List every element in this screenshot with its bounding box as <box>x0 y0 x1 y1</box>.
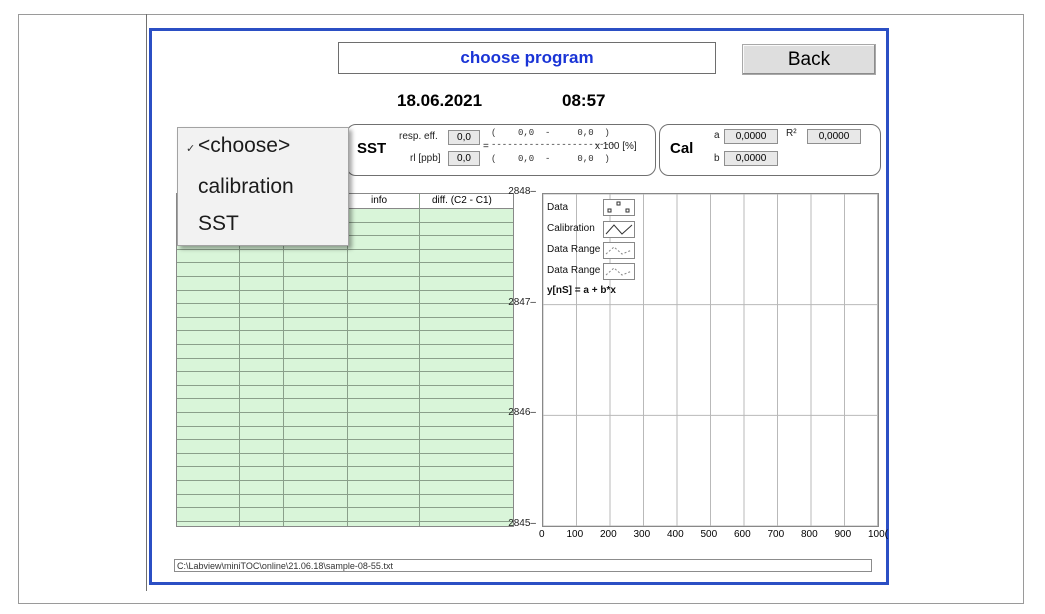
menu-item-calibration[interactable]: calibration <box>198 175 294 199</box>
table-row-line <box>177 425 513 427</box>
table-column-line <box>419 194 420 526</box>
date-display: 18.06.2021 <box>397 91 483 110</box>
file-path: C:\Labview\miniTOC\online\21.06.18\sampl… <box>177 561 393 571</box>
cal-group: Cal a 0,0000 b 0,0000 R² 0,0000 <box>659 124 881 176</box>
table-row-line <box>177 289 513 291</box>
legend-data-range-2-label: Data Range <box>547 265 601 276</box>
table-row-line <box>177 452 513 454</box>
program-indicator[interactable]: choose program <box>338 42 716 74</box>
col-header-diff: diff. (C2 - C1) <box>432 195 492 206</box>
y-tick-label: 2847– <box>508 296 536 308</box>
table-row-line <box>177 439 513 441</box>
back-button-label: Back <box>787 48 831 70</box>
table-row-line <box>177 262 513 264</box>
x-tick-label: 400 <box>667 529 684 540</box>
table-row-line <box>177 480 513 481</box>
table-row-line <box>177 357 513 359</box>
rl-label: rl [ppb] <box>410 153 441 164</box>
formula-bottom: ( 0,0 - 0,0 ) <box>491 154 610 164</box>
cal-title: Cal <box>670 140 694 157</box>
table-row-line <box>177 507 513 509</box>
x-tick-label: 800 <box>801 529 818 540</box>
file-path-bar[interactable]: C:\Labview\miniTOC\online\21.06.18\sampl… <box>174 559 872 572</box>
legend-data-range-2-sample <box>603 263 635 280</box>
check-icon: ✓ <box>186 143 196 155</box>
x-tick-label: 100 <box>566 529 584 540</box>
table-row-line <box>177 330 513 332</box>
regression-formula: y[nS] = a + b*x <box>547 285 616 296</box>
legend-calibration-sample <box>603 221 635 238</box>
col-header-info: info <box>371 195 388 206</box>
sst-title: SST <box>357 140 387 157</box>
legend-data-sample <box>603 199 635 216</box>
program-label: choose program <box>460 48 594 67</box>
legend-data-range-1-sample <box>603 242 635 259</box>
cal-b-value: 0,0000 <box>724 151 778 166</box>
menu-item-choose[interactable]: <choose> <box>198 134 290 158</box>
back-button[interactable]: Back <box>742 44 876 75</box>
x-tick-label: 600 <box>734 529 751 540</box>
x-tick-label: 500 <box>700 529 718 540</box>
x-tick-label: 0 <box>539 529 545 540</box>
table-row-line <box>177 248 513 250</box>
x-tick-label: 900 <box>834 529 852 540</box>
x-tick-label: 300 <box>633 529 651 540</box>
x-tick-label: 200 <box>600 529 617 540</box>
table-row-line <box>177 520 513 522</box>
y-tick-label: 2846– <box>508 407 536 419</box>
menu-item-sst[interactable]: SST <box>198 212 239 236</box>
table-row-line <box>177 412 513 413</box>
table-row-line <box>177 398 513 400</box>
legend-calibration-label: Calibration <box>547 223 595 234</box>
table-row-line <box>177 316 513 318</box>
table-row-line <box>177 493 513 495</box>
table-row-line <box>177 371 513 373</box>
table-row-line <box>177 466 513 468</box>
x-tick-label: 100( <box>868 529 889 540</box>
left-divider <box>146 14 147 591</box>
formula-suffix: x 100 [%] <box>595 141 637 152</box>
y-tick-label: 2845– <box>508 518 536 529</box>
sst-equals: = <box>483 141 489 152</box>
table-row-line <box>177 384 513 386</box>
sst-group: SST resp. eff. 0,0 rl [ppb] 0,0 = ( 0,0 … <box>346 124 656 176</box>
y-tick-label: 2848– <box>508 186 536 197</box>
x-tick-label: 700 <box>767 529 785 540</box>
cal-r2-value: 0,0000 <box>807 129 861 144</box>
program-dropdown-menu[interactable]: ✓ <choose> calibration SST <box>177 127 349 246</box>
rl-value: 0,0 <box>448 151 480 166</box>
cal-a-label: a <box>714 130 720 141</box>
app-panel: choose program Back 18.06.2021 08:57 SST… <box>149 28 889 585</box>
resp-eff-value: 0,0 <box>448 130 480 145</box>
cal-b-label: b <box>714 153 720 164</box>
chart-plot-area: Data Calibration Data Range Data Range y… <box>542 193 879 527</box>
resp-eff-label: resp. eff. <box>399 131 438 142</box>
table-row-line <box>177 276 513 277</box>
legend-data-range-1-label: Data Range <box>547 244 601 255</box>
formula-top: ( 0,0 - 0,0 ) <box>491 128 610 138</box>
time-display: 08:57 <box>562 91 606 110</box>
legend-data-label: Data <box>547 202 569 213</box>
table-row-line <box>177 344 513 345</box>
cal-r2-label: R² <box>786 128 797 139</box>
cal-a-value: 0,0000 <box>724 129 778 144</box>
table-row-line <box>177 303 513 305</box>
